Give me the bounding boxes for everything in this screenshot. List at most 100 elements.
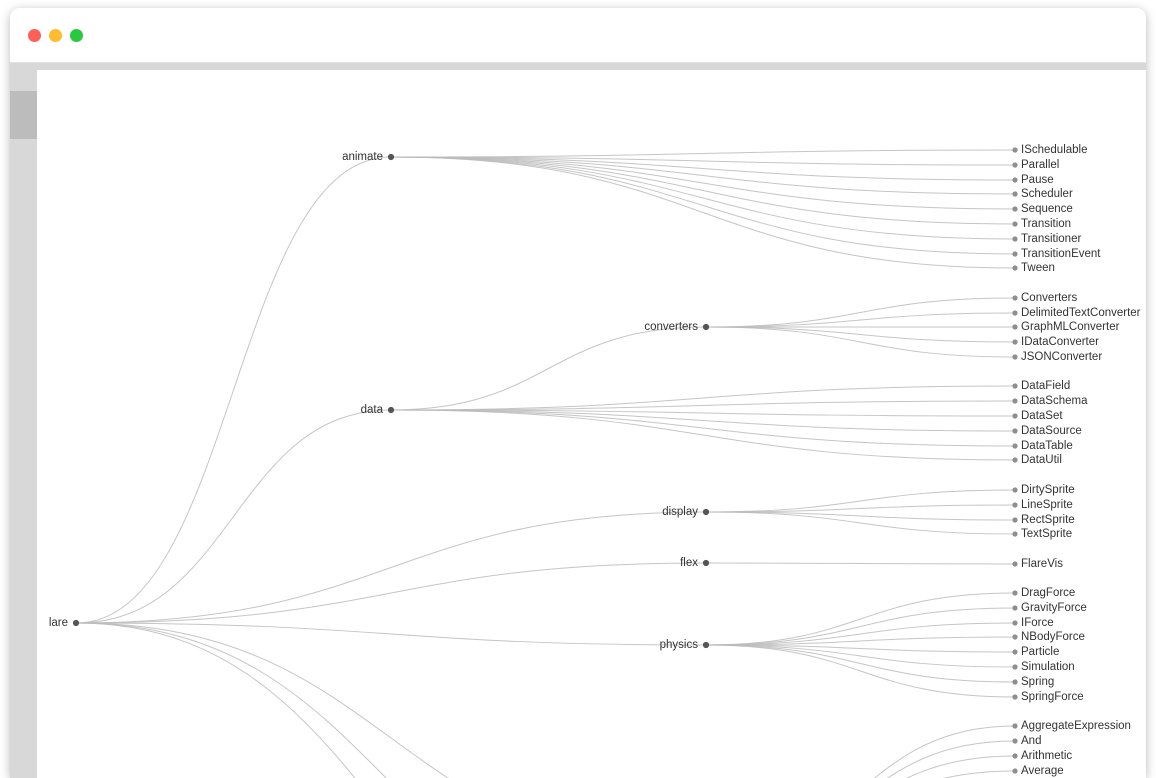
leaf-node-label[interactable]: GraphMLConverter xyxy=(1021,321,1120,333)
leaf-node-label[interactable]: DataUtil xyxy=(1021,454,1062,466)
leaf-node-label[interactable]: Sequence xyxy=(1021,203,1073,215)
leaf-node-dot[interactable] xyxy=(1012,251,1018,257)
leaf-node-dot[interactable] xyxy=(1012,753,1018,759)
leaf-node-label[interactable]: JSONConverter xyxy=(1021,351,1102,363)
vertical-scrollbar[interactable] xyxy=(10,63,37,778)
leaf-node-label[interactable]: Parallel xyxy=(1021,159,1059,171)
leaf-node-label[interactable]: DelimitedTextConverter xyxy=(1021,307,1141,319)
leaf-node-label[interactable]: TransitionEvent xyxy=(1021,248,1101,260)
tree-link xyxy=(390,156,1016,255)
leaf-node-label[interactable]: ISchedulable xyxy=(1021,144,1088,156)
leaf-node-dot[interactable] xyxy=(1012,236,1018,242)
leaf-node-dot[interactable] xyxy=(1012,664,1018,670)
leaf-node-dot[interactable] xyxy=(1012,694,1018,700)
leaf-node-dot[interactable] xyxy=(1012,177,1018,183)
leaf-node-label[interactable]: DataSet xyxy=(1021,410,1063,422)
internal-node-label[interactable]: converters xyxy=(644,321,698,333)
leaf-node-label[interactable]: Arithmetic xyxy=(1021,750,1072,762)
leaf-node-label[interactable]: Simulation xyxy=(1021,661,1075,673)
dendrogram-canvas[interactable]: ISchedulable Parallel Pause Scheduler Sequen… xyxy=(37,70,1146,778)
leaf-node-label[interactable]: SpringForce xyxy=(1021,691,1084,703)
internal-node-dot[interactable] xyxy=(702,641,710,649)
leaf-node-dot[interactable] xyxy=(1012,428,1018,434)
leaf-node-dot[interactable] xyxy=(1012,605,1018,611)
internal-node-label[interactable]: display xyxy=(662,506,698,518)
leaf-node-label[interactable]: Scheduler xyxy=(1021,188,1073,200)
leaf-node-dot[interactable] xyxy=(1012,191,1018,197)
leaf-node-dot[interactable] xyxy=(1012,723,1018,729)
maximize-button[interactable] xyxy=(70,29,83,42)
leaf-node-dot[interactable] xyxy=(1012,620,1018,626)
internal-node-dot[interactable] xyxy=(702,323,710,331)
leaf-node-dot[interactable] xyxy=(1012,531,1018,537)
internal-node-dot[interactable] xyxy=(387,153,395,161)
leaf-node-label[interactable]: NBodyForce xyxy=(1021,631,1085,643)
leaf-node-dot[interactable] xyxy=(1012,310,1018,316)
internal-node-dot[interactable] xyxy=(702,508,710,516)
leaf-node-dot[interactable] xyxy=(1012,324,1018,330)
dendrogram-svg: ISchedulable Parallel Pause Scheduler Sequen… xyxy=(49,144,1141,778)
leaf-node-label[interactable]: LineSprite xyxy=(1021,499,1073,511)
internal-node-label[interactable]: data xyxy=(361,404,384,416)
leaf-node-label[interactable]: IDataConverter xyxy=(1021,336,1099,348)
leaf-node-dot[interactable] xyxy=(1012,147,1018,153)
leaf-node-label[interactable]: Particle xyxy=(1021,646,1059,658)
leaf-node-dot[interactable] xyxy=(1012,517,1018,523)
tree-link xyxy=(390,400,1016,411)
leaf-node-dot[interactable] xyxy=(1012,383,1018,389)
tree-link xyxy=(705,511,1016,535)
internal-node-label[interactable]: physics xyxy=(660,639,699,651)
leaf-node-label[interactable]: AggregateExpression xyxy=(1021,720,1131,732)
root-node-dot[interactable] xyxy=(72,619,80,627)
leaf-node-label[interactable]: Transitioner xyxy=(1021,233,1081,245)
internal-node-dot[interactable] xyxy=(702,559,710,567)
leaf-node-label[interactable]: DataSchema xyxy=(1021,395,1088,407)
leaf-node-label[interactable]: Average xyxy=(1021,765,1064,777)
leaf-node-label[interactable]: DataSource xyxy=(1021,425,1082,437)
leaf-node-dot[interactable] xyxy=(1012,561,1018,567)
leaf-node-dot[interactable] xyxy=(1012,162,1018,168)
leaf-node-dot[interactable] xyxy=(1012,457,1018,463)
leaf-node-dot[interactable] xyxy=(1012,634,1018,640)
leaf-node-dot[interactable] xyxy=(1012,487,1018,493)
leaf-node-label[interactable]: Spring xyxy=(1021,676,1054,688)
leaf-node-label[interactable]: GravityForce xyxy=(1021,602,1087,614)
internal-node-label[interactable]: flex xyxy=(680,557,698,569)
root-node-label[interactable]: lare xyxy=(49,617,68,629)
leaf-node-dot[interactable] xyxy=(1012,295,1018,301)
leaf-node-dot[interactable] xyxy=(1012,768,1018,774)
leaf-node-dot[interactable] xyxy=(1012,398,1018,404)
leaf-node-label[interactable]: DirtySprite xyxy=(1021,484,1075,496)
leaf-node-label[interactable]: RectSprite xyxy=(1021,514,1075,526)
leaf-node-dot[interactable] xyxy=(1012,206,1018,212)
leaf-node-dot[interactable] xyxy=(1012,221,1018,227)
close-button[interactable] xyxy=(28,29,41,42)
leaf-node-label[interactable]: Transition xyxy=(1021,218,1071,230)
leaf-node-label[interactable]: IForce xyxy=(1021,617,1054,629)
leaf-node-dot[interactable] xyxy=(1012,354,1018,360)
leaf-node-label[interactable]: FlareVis xyxy=(1021,558,1063,570)
leaf-node-dot[interactable] xyxy=(1012,413,1018,419)
leaf-node-label[interactable]: DragForce xyxy=(1021,587,1075,599)
leaf-node-label[interactable]: DataTable xyxy=(1021,440,1073,452)
leaf-node-dot[interactable] xyxy=(1012,590,1018,596)
leaf-node-dot[interactable] xyxy=(1012,339,1018,345)
leaf-node-dot[interactable] xyxy=(1012,502,1018,508)
tree-link xyxy=(75,511,707,624)
leaf-node-label[interactable]: TextSprite xyxy=(1021,528,1072,540)
leaf-node-label[interactable]: Converters xyxy=(1021,292,1077,304)
scrollbar-thumb[interactable] xyxy=(10,91,37,139)
leaf-node-label[interactable]: Pause xyxy=(1021,174,1054,186)
tree-link xyxy=(75,622,449,778)
minimize-button[interactable] xyxy=(49,29,62,42)
leaf-node-dot[interactable] xyxy=(1012,443,1018,449)
leaf-node-dot[interactable] xyxy=(1012,649,1018,655)
internal-node-label[interactable]: animate xyxy=(342,151,383,163)
leaf-node-label[interactable]: DataField xyxy=(1021,380,1070,392)
leaf-node-dot[interactable] xyxy=(1012,738,1018,744)
internal-node-dot[interactable] xyxy=(387,406,395,414)
leaf-node-label[interactable]: And xyxy=(1021,735,1041,747)
leaf-node-dot[interactable] xyxy=(1012,679,1018,685)
leaf-node-label[interactable]: Tween xyxy=(1021,262,1055,274)
leaf-node-dot[interactable] xyxy=(1012,265,1018,271)
